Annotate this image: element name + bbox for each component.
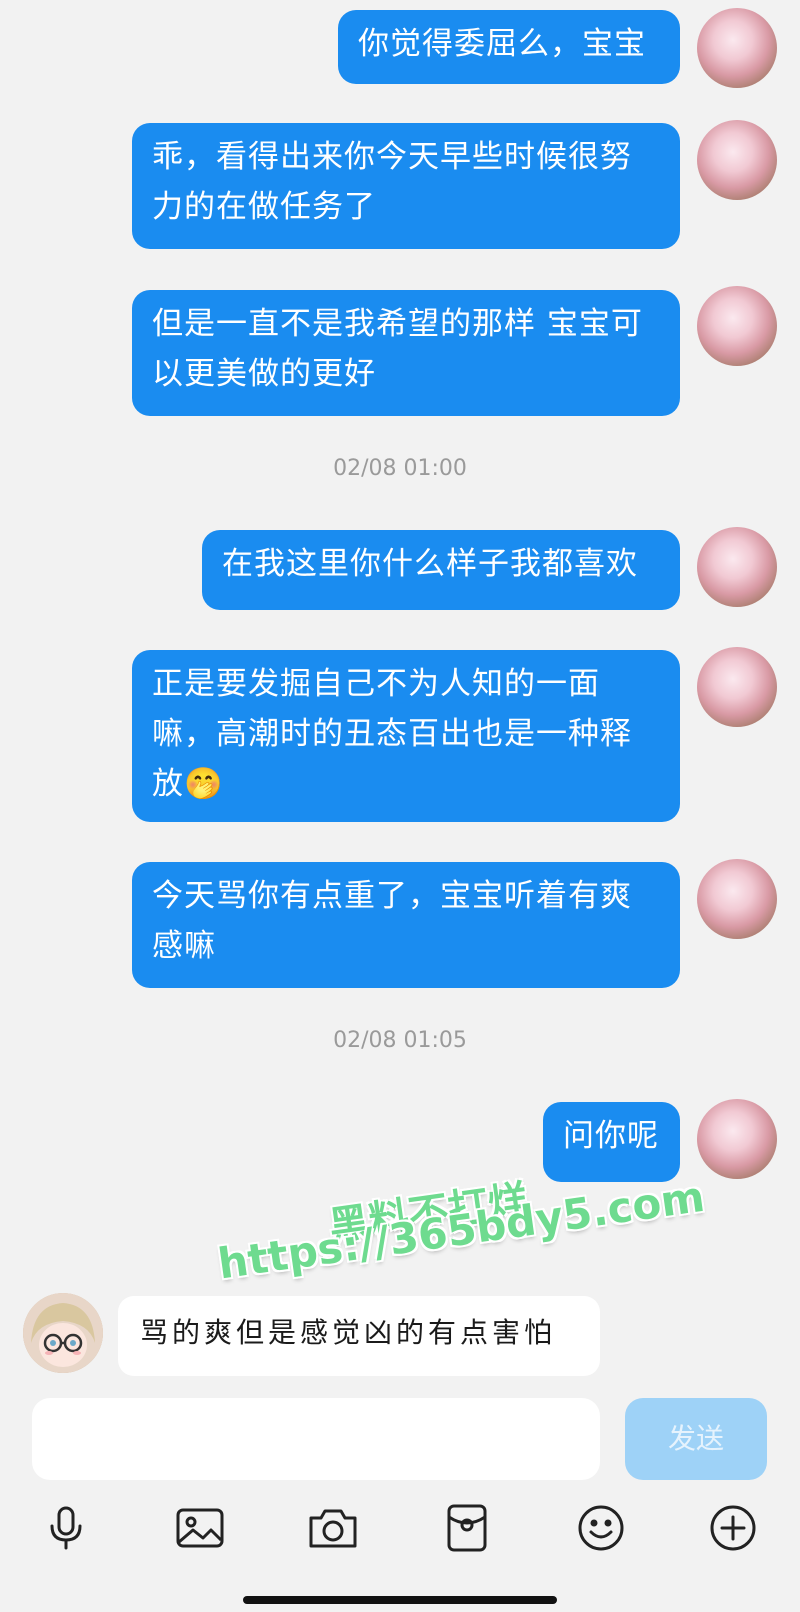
message-input[interactable] [32, 1398, 600, 1480]
timestamp: 02/08 01:00 [333, 456, 467, 481]
message-bubble-outgoing[interactable]: 今天骂你有点重了，宝宝听着有爽感嘛 [132, 862, 680, 988]
timestamp: 02/08 01:05 [333, 1028, 467, 1053]
avatar-self[interactable] [697, 647, 777, 727]
avatar-self[interactable] [697, 1099, 777, 1179]
message-bubble-outgoing[interactable]: 但是一直不是我希望的那样 宝宝可以更美做的更好 [132, 290, 680, 416]
avatar-self[interactable] [697, 527, 777, 607]
red-packet-icon[interactable] [439, 1500, 495, 1556]
avatar-self[interactable] [697, 286, 777, 366]
send-button[interactable]: 发送 [625, 1398, 767, 1480]
message-bubble-outgoing[interactable]: 乖，看得出来你今天早些时候很努力的在做任务了 [132, 123, 680, 249]
plus-icon[interactable] [705, 1500, 761, 1556]
emoji-icon[interactable] [573, 1500, 629, 1556]
avatar-self[interactable] [697, 120, 777, 200]
contact-avatar-art [23, 1293, 103, 1373]
image-icon[interactable] [172, 1500, 228, 1556]
message-bubble-incoming[interactable]: 骂的爽但是感觉凶的有点害怕 [118, 1296, 600, 1376]
message-bubble-outgoing[interactable]: 在我这里你什么样子我都喜欢 [202, 530, 680, 610]
home-indicator[interactable] [243, 1596, 557, 1604]
camera-icon[interactable] [305, 1500, 361, 1556]
message-bubble-outgoing[interactable]: 你觉得委屈么，宝宝 [338, 10, 680, 84]
message-bubble-outgoing[interactable]: 正是要发掘自己不为人知的一面嘛，高潮时的丑态百出也是一种释放🤭 [132, 650, 680, 822]
message-bubble-outgoing[interactable]: 问你呢 [543, 1102, 680, 1182]
microphone-icon[interactable] [38, 1500, 94, 1556]
avatar-self[interactable] [697, 8, 777, 88]
avatar-self[interactable] [697, 859, 777, 939]
avatar-contact[interactable] [23, 1293, 103, 1373]
